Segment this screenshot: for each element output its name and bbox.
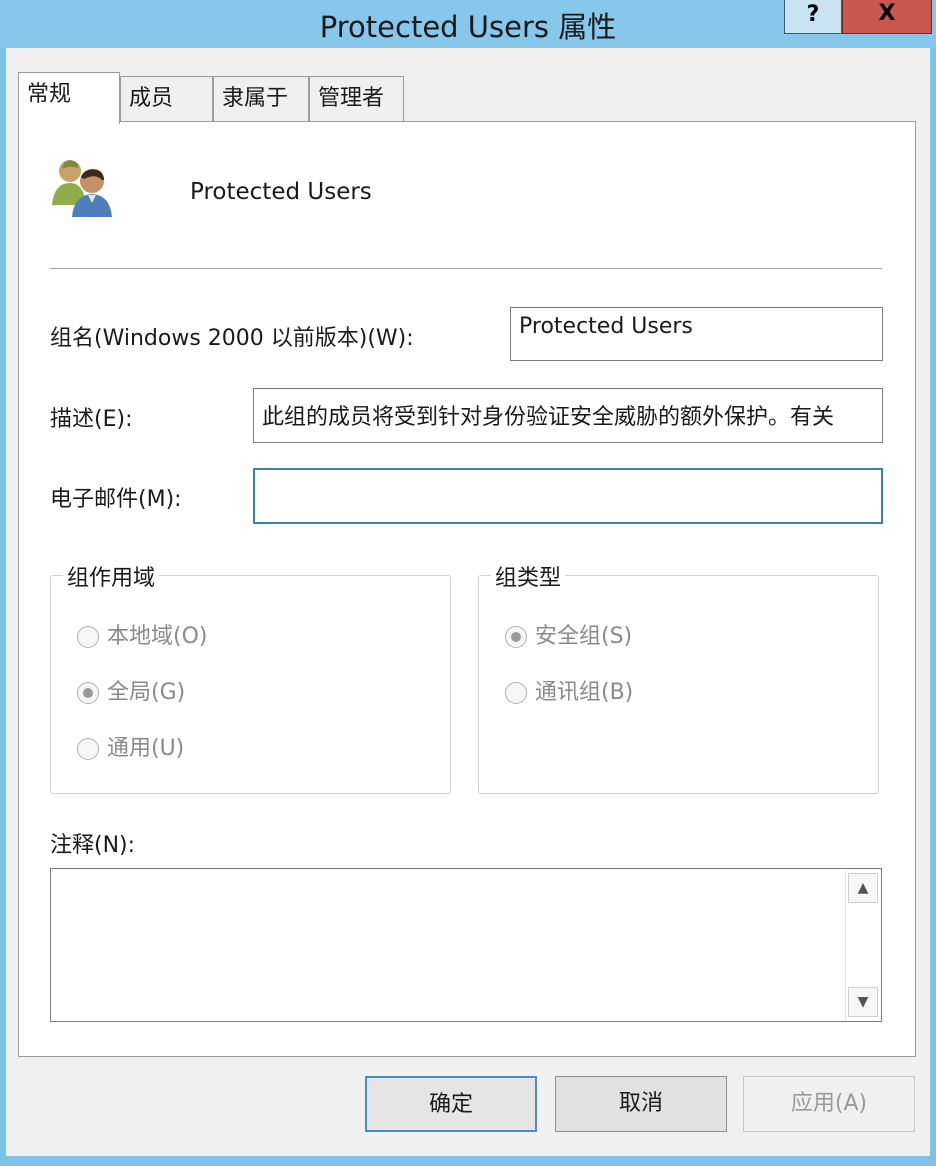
close-button[interactable]: X xyxy=(842,0,932,34)
apply-button[interactable]: 应用(A) xyxy=(743,1076,915,1132)
pre2000-name-field[interactable]: Protected Users xyxy=(510,307,883,361)
type-security-label: 安全组(S) xyxy=(535,624,633,649)
scope-universal-option[interactable]: 通用(U) xyxy=(77,730,184,762)
radio-icon[interactable] xyxy=(505,682,527,704)
scope-domain-local-label: 本地域(O) xyxy=(107,624,208,649)
description-field[interactable]: 此组的成员将受到针对身份验证安全威胁的额外保护。有关 xyxy=(253,388,883,443)
notes-textarea[interactable]: ▲ ▼ xyxy=(50,868,882,1022)
notes-label: 注释(N): xyxy=(50,833,136,858)
group-users-icon xyxy=(52,160,112,217)
scope-global-option[interactable]: 全局(G) xyxy=(77,674,185,706)
radio-icon[interactable] xyxy=(77,738,99,760)
notes-text xyxy=(51,869,881,881)
separator xyxy=(50,268,882,270)
radio-checked-icon[interactable] xyxy=(505,626,527,648)
group-scope-title: 组作用域 xyxy=(63,560,160,592)
help-button[interactable]: ? xyxy=(784,0,842,34)
scope-global-label: 全局(G) xyxy=(107,680,186,705)
group-type-title: 组类型 xyxy=(491,560,566,592)
cancel-button[interactable]: 取消 xyxy=(555,1076,727,1132)
group-name-heading: Protected Users xyxy=(190,179,372,205)
tab-members[interactable]: 成员 xyxy=(120,76,213,122)
description-label: 描述(E): xyxy=(50,407,133,432)
radio-checked-icon[interactable] xyxy=(77,682,99,704)
type-distribution-label: 通讯组(B) xyxy=(535,680,634,705)
title-bar[interactable]: Protected Users 属性 ? X xyxy=(0,0,936,48)
email-label: 电子邮件(M): xyxy=(50,487,182,512)
pre2000-name-label: 组名(Windows 2000 以前版本)(W): xyxy=(50,326,414,351)
ok-button[interactable]: 确定 xyxy=(365,1076,537,1132)
scope-universal-label: 通用(U) xyxy=(107,736,185,761)
scroll-down-icon[interactable]: ▼ xyxy=(848,987,878,1017)
type-security-option[interactable]: 安全组(S) xyxy=(505,618,632,650)
group-scope-box: 组作用域 本地域(O) 全局(G) 通用(U) xyxy=(50,560,451,794)
group-type-box: 组类型 安全组(S) 通讯组(B) xyxy=(478,560,879,794)
email-field[interactable] xyxy=(253,468,883,524)
window-bottom-border xyxy=(0,1156,936,1166)
scroll-up-icon[interactable]: ▲ xyxy=(848,873,878,903)
scope-domain-local-option[interactable]: 本地域(O) xyxy=(77,618,207,650)
radio-icon[interactable] xyxy=(77,626,99,648)
tab-general[interactable]: 常规 xyxy=(18,72,120,124)
type-distribution-option[interactable]: 通讯组(B) xyxy=(505,674,633,706)
notes-scrollbar[interactable]: ▲ ▼ xyxy=(845,871,879,1019)
tab-member-of[interactable]: 隶属于 xyxy=(213,76,309,122)
tab-managed-by[interactable]: 管理者 xyxy=(309,76,404,122)
